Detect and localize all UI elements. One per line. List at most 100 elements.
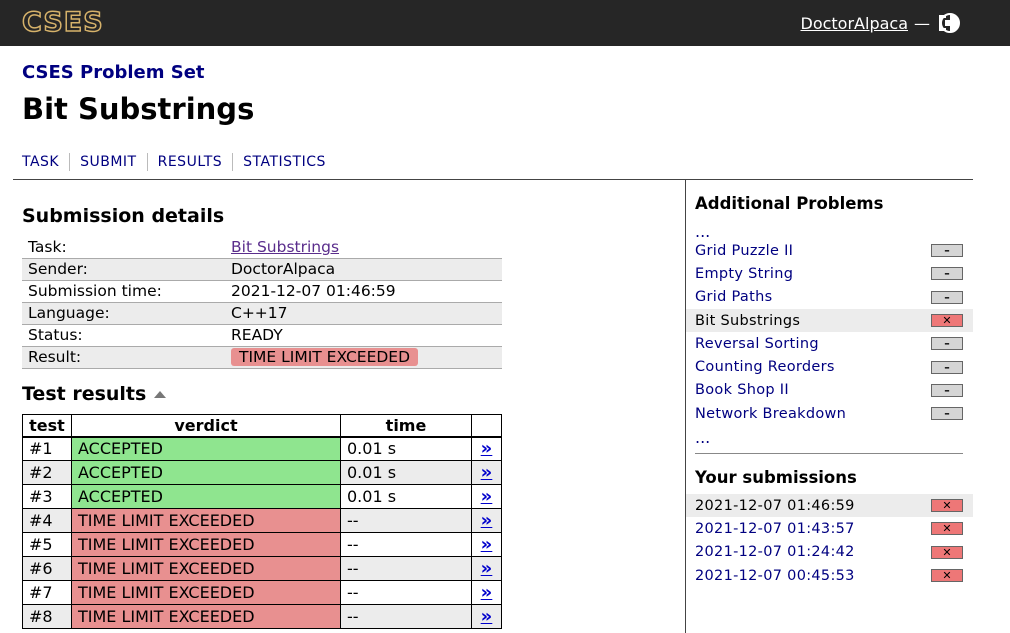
tab-submit[interactable]: SUBMIT [80, 154, 137, 170]
failed-status-icon: ✕ [931, 499, 963, 513]
sidebar-problem-item[interactable]: Grid Paths – [686, 286, 973, 309]
result-badge: TIME LIMIT EXCEEDED [231, 348, 419, 366]
separator-dash: — [914, 13, 930, 33]
table-row: #6 TIME LIMIT EXCEEDED -- » [22, 556, 502, 581]
test-results-heading[interactable]: Test results [22, 383, 167, 405]
details-link-cell: » [471, 484, 502, 509]
table-row: #4 TIME LIMIT EXCEEDED -- » [22, 508, 502, 533]
details-label: Task: [22, 236, 225, 259]
failed-status-icon: ✕ [931, 545, 963, 559]
verdict-cell: ACCEPTED [71, 436, 341, 461]
sidebar-problem-item[interactable]: Reversal Sorting – [686, 332, 973, 355]
view-test-link[interactable]: » [481, 438, 493, 459]
column-header-time: time [340, 414, 472, 438]
time-cell: 0.01 s [340, 484, 472, 509]
table-row: #2 ACCEPTED 0.01 s » [22, 460, 502, 485]
problem-list: Grid Puzzle II – Empty String – Grid Paths – B… [686, 239, 973, 425]
details-row-result: Result: TIME LIMIT EXCEEDED [22, 346, 502, 369]
time-cell: -- [340, 556, 472, 581]
view-test-link[interactable]: » [481, 486, 493, 507]
additional-problems-heading: Additional Problems [695, 194, 884, 213]
time-cell: -- [340, 508, 472, 533]
cses-logo[interactable]: CSES [21, 8, 104, 37]
your-submissions-heading: Your submissions [695, 468, 857, 487]
details-row-language: Language: C++17 [22, 302, 502, 325]
problem-link[interactable]: Counting Reorders [695, 359, 835, 375]
tab-task[interactable]: TASK [22, 154, 59, 170]
view-test-link[interactable]: » [481, 534, 493, 555]
task-nav: TASK SUBMIT RESULTS STATISTICS [22, 152, 326, 172]
sidebar-problem-item[interactable]: Bit Substrings ✕ [686, 308, 973, 333]
test-number: #6 [22, 556, 72, 581]
table-row: #5 TIME LIMIT EXCEEDED -- » [22, 532, 502, 557]
sidebar-problem-item[interactable]: Counting Reorders – [686, 355, 973, 378]
failed-status-icon: ✕ [931, 522, 963, 536]
problem-link[interactable]: Network Breakdown [695, 406, 846, 422]
caret-up-icon[interactable] [154, 390, 167, 398]
ellipsis-bottom: ... [695, 428, 711, 447]
submission-details-heading: Submission details [22, 205, 225, 227]
submission-item[interactable]: 2021-12-07 01:24:42 ✕ [686, 541, 973, 564]
details-value: Bit Substrings [225, 236, 502, 259]
test-results-body: #1 ACCEPTED 0.01 s» #2 ACCEPTED 0.01 s» #3 ACCE… [22, 436, 502, 629]
sidebar-problem-item[interactable]: Grid Puzzle II – [686, 239, 973, 262]
not-attempted-icon: – [931, 383, 963, 397]
time-cell: -- [340, 604, 472, 629]
nav-divider [146, 153, 148, 171]
time-cell: -- [340, 532, 472, 557]
submission-item[interactable]: 2021-12-07 00:45:53 ✕ [686, 564, 973, 587]
verdict-cell: TIME LIMIT EXCEEDED [71, 508, 341, 533]
problem-link[interactable]: Grid Puzzle II [695, 243, 793, 259]
problem-link[interactable]: Reversal Sorting [695, 336, 819, 352]
submission-link[interactable]: 2021-12-07 01:24:42 [695, 544, 855, 560]
view-test-link[interactable]: » [481, 606, 493, 627]
table-row: #7 TIME LIMIT EXCEEDED -- » [22, 580, 502, 605]
view-test-link[interactable]: » [481, 558, 493, 579]
table-row: #3 ACCEPTED 0.01 s » [22, 484, 502, 509]
tab-statistics[interactable]: STATISTICS [243, 154, 326, 170]
sidebar-problem-item[interactable]: Empty String – [686, 262, 973, 285]
problem-link[interactable]: Book Shop II [695, 382, 789, 398]
details-row-task: Task: Bit Substrings [22, 236, 502, 259]
column-header-link [471, 414, 502, 438]
column-header-test: test [22, 414, 72, 438]
submission-item[interactable]: 2021-12-07 01:43:57 ✕ [686, 517, 973, 540]
details-link-cell: » [471, 436, 502, 461]
problem-link[interactable]: Empty String [695, 266, 793, 282]
details-label: Submission time: [22, 280, 225, 303]
view-test-link[interactable]: » [481, 582, 493, 603]
logout-icon[interactable] [936, 12, 960, 34]
details-value: READY [225, 324, 502, 347]
submission-details-table: Task: Bit Substrings Sender: DoctorAlpac… [22, 236, 502, 369]
sidebar-problem-item[interactable]: Network Breakdown – [686, 402, 973, 425]
not-attempted-icon: – [931, 244, 963, 258]
details-row-status: Status: READY [22, 324, 502, 347]
submission-item[interactable]: 2021-12-07 01:46:59 ✕ [686, 494, 973, 518]
view-test-link[interactable]: » [481, 510, 493, 531]
submission-link[interactable]: 2021-12-07 00:45:53 [695, 568, 855, 584]
problem-link[interactable]: Bit Substrings [695, 313, 800, 329]
details-label: Sender: [22, 258, 225, 281]
details-row-sender: Sender: DoctorAlpaca [22, 258, 502, 281]
submission-link[interactable]: 2021-12-07 01:43:57 [695, 521, 855, 537]
site-title[interactable]: CSES Problem Set [22, 62, 205, 83]
test-results-table: test verdict time #1 ACCEPTED 0.01 s» #2 ACC… [22, 414, 502, 629]
tab-results[interactable]: RESULTS [158, 154, 223, 170]
submission-list: 2021-12-07 01:46:59 ✕ 2021-12-07 01:43:57 ✕… [686, 494, 973, 587]
details-label: Result: [22, 346, 225, 369]
sidebar-problem-item[interactable]: Book Shop II – [686, 379, 973, 402]
view-test-link[interactable]: » [481, 462, 493, 483]
test-number: #3 [22, 484, 72, 509]
verdict-cell: ACCEPTED [71, 484, 341, 509]
verdict-cell: TIME LIMIT EXCEEDED [71, 532, 341, 557]
username-link[interactable]: DoctorAlpaca [801, 14, 909, 33]
sidebar-separator [695, 453, 963, 454]
not-attempted-icon: – [931, 267, 963, 281]
task-link[interactable]: Bit Substrings [231, 238, 339, 256]
time-cell: 0.01 s [340, 436, 472, 461]
problem-link[interactable]: Grid Paths [695, 289, 772, 305]
test-number: #5 [22, 532, 72, 557]
details-link-cell: » [471, 532, 502, 557]
submission-link[interactable]: 2021-12-07 01:46:59 [695, 498, 855, 514]
nav-divider [232, 153, 234, 171]
